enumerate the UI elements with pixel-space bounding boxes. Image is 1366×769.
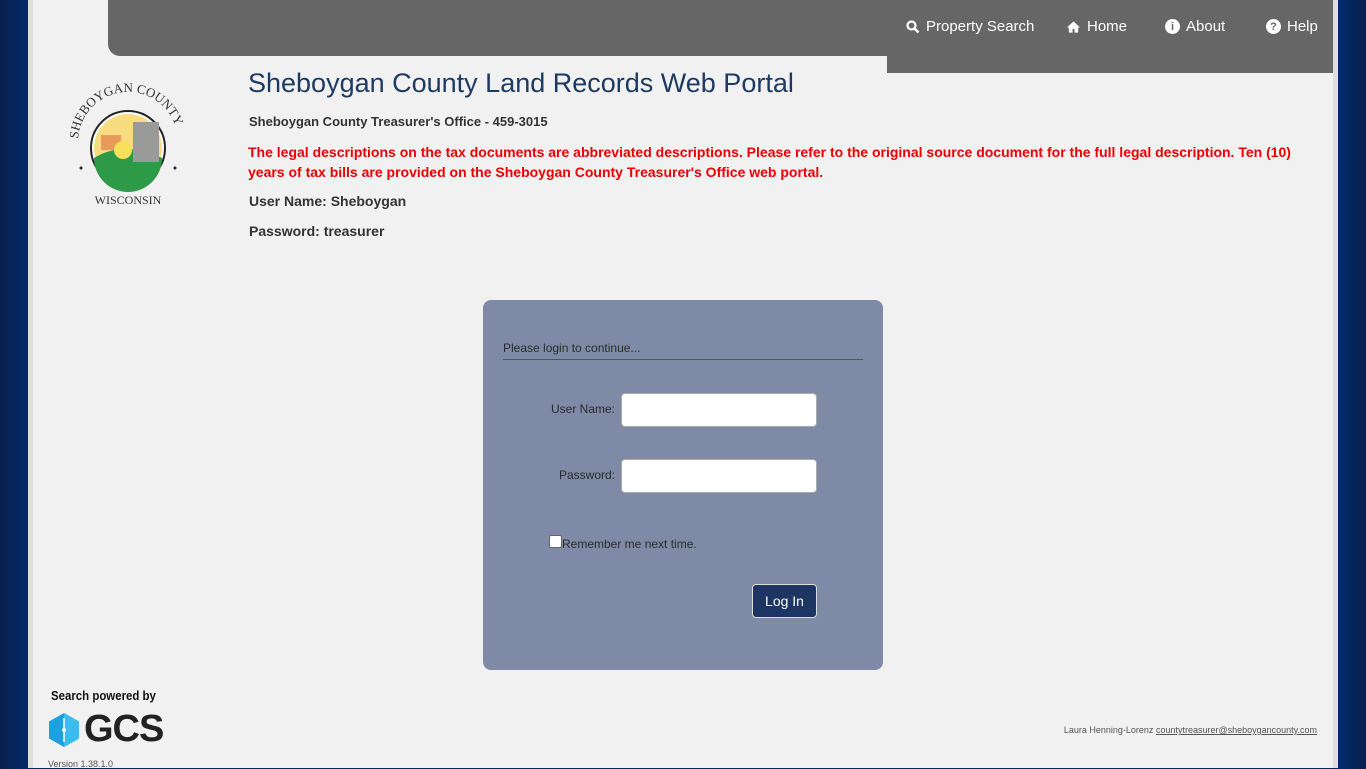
- username-input[interactable]: [621, 393, 817, 427]
- gcs-hexagon-icon: [49, 712, 79, 747]
- page-content: Property Search Home i About ? Help SHEB…: [33, 0, 1333, 769]
- nav-home[interactable]: Home: [1066, 18, 1127, 35]
- nav-label: Home: [1087, 18, 1128, 35]
- password-hint: Password: treasurer: [249, 223, 385, 239]
- nav-bar-extension: [887, 56, 1333, 73]
- nav-label: About: [1186, 18, 1226, 35]
- legal-notice: The legal descriptions on the tax docume…: [248, 144, 1291, 180]
- office-info: Sheboygan County Treasurer's Office - 45…: [249, 114, 548, 129]
- nav-about[interactable]: i About: [1165, 18, 1225, 35]
- gcs-brand: GCS: [84, 708, 164, 750]
- county-seal-logo: SHEBOYGAN COUNTY WISCONSIN: [66, 80, 187, 207]
- username-label: User Name:: [550, 402, 615, 416]
- nav-help[interactable]: ? Help: [1266, 18, 1318, 35]
- powered-by-text: Search powered by: [51, 688, 156, 703]
- page-frame: Property Search Home i About ? Help SHEB…: [28, 0, 1338, 769]
- username-hint: User Name: Sheboygan: [249, 193, 407, 209]
- home-icon: [1066, 19, 1081, 34]
- contact-name: Laura Henning-Lorenz: [1063, 725, 1154, 735]
- gcs-logo[interactable]: GCS: [48, 708, 164, 751]
- password-label: Password:: [558, 468, 615, 482]
- remember-me-label[interactable]: Remember me next time.: [562, 537, 697, 551]
- login-prompt: Please login to continue...: [503, 341, 863, 360]
- nav-label: Property Search: [926, 18, 1035, 35]
- top-nav-bar: Property Search Home i About ? Help: [108, 0, 1333, 56]
- contact-email-link[interactable]: countytreasurer@sheboygancounty.com: [1156, 725, 1317, 735]
- search-icon: [905, 19, 920, 34]
- nav-property-search[interactable]: Property Search: [905, 18, 1034, 35]
- remember-me-checkbox[interactable]: [549, 535, 562, 548]
- question-icon: ?: [1266, 19, 1281, 34]
- login-panel: Please login to continue... User Name: P…: [483, 300, 883, 670]
- info-icon: i: [1165, 19, 1180, 34]
- svg-text:WISCONSIN: WISCONSIN: [95, 193, 162, 207]
- nav-label: Help: [1287, 18, 1318, 35]
- login-button[interactable]: Log In: [752, 584, 817, 618]
- page-title: Sheboygan County Land Records Web Portal: [248, 68, 794, 98]
- footer-contact: Laura Henning-Lorenz countytreasurer@she…: [1064, 725, 1317, 735]
- password-input[interactable]: [621, 459, 817, 493]
